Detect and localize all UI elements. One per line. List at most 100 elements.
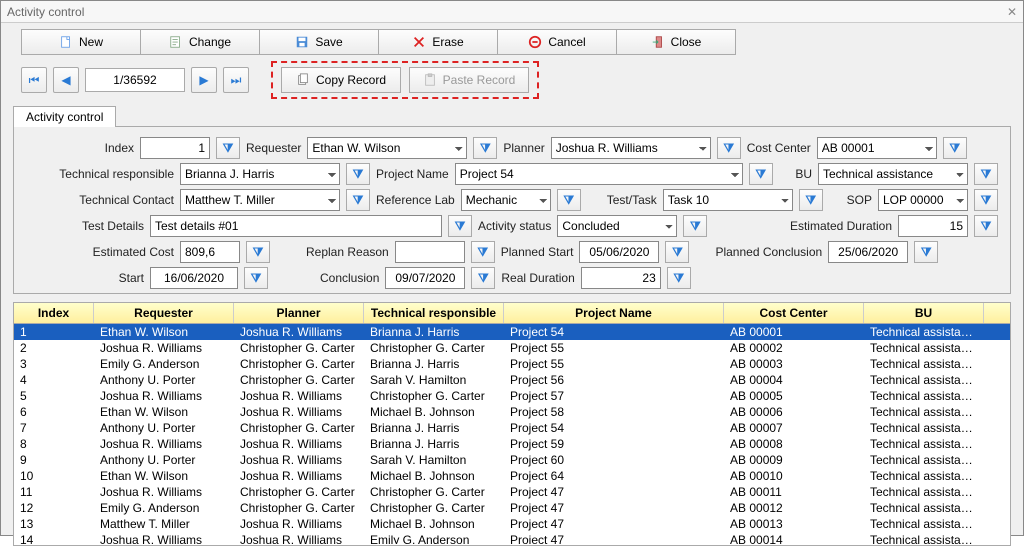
table-cell: 13 — [14, 516, 94, 532]
plstart-input[interactable] — [579, 241, 659, 263]
techcontact-select[interactable]: Matthew T. Miller — [180, 189, 340, 211]
table-row[interactable]: 5Joshua R. WilliamsJoshua R. WilliamsChr… — [14, 388, 1010, 404]
table-row[interactable]: 10Ethan W. WilsonJoshua R. WilliamsMicha… — [14, 468, 1010, 484]
table-row[interactable]: 14Joshua R. WilliamsJoshua R. WilliamsEm… — [14, 532, 1010, 544]
estdur-filter-button[interactable]: ⧩ — [974, 215, 998, 237]
table-row[interactable]: 4Anthony U. PorterChristopher G. CarterS… — [14, 372, 1010, 388]
table-row[interactable]: 2Joshua R. WilliamsChristopher G. Carter… — [14, 340, 1010, 356]
col-techresp[interactable]: Technical responsible — [364, 303, 504, 323]
change-button[interactable]: Change — [140, 29, 260, 55]
col-index[interactable]: Index — [14, 303, 94, 323]
planner-select[interactable]: Joshua R. Williams — [551, 137, 711, 159]
costcenter-select[interactable]: AB 00001 — [817, 137, 937, 159]
table-cell: Brianna J. Harris — [364, 436, 504, 452]
copy-record-button[interactable]: Copy Record — [281, 67, 401, 93]
col-bu[interactable]: BU — [864, 303, 984, 323]
conclusion-input[interactable] — [385, 267, 465, 289]
table-row[interactable]: 9Anthony U. PorterJoshua R. WilliamsSara… — [14, 452, 1010, 468]
plconc-filter-button[interactable]: ⧩ — [914, 241, 938, 263]
testtask-filter-button[interactable]: ⧩ — [799, 189, 823, 211]
table-cell: Technical assistance — [864, 404, 984, 420]
table-row[interactable]: 13Matthew T. MillerJoshua R. WilliamsMic… — [14, 516, 1010, 532]
costcenter-filter-button[interactable]: ⧩ — [943, 137, 967, 159]
table-cell: Joshua R. Williams — [94, 532, 234, 544]
actstatus-filter-button[interactable]: ⧩ — [683, 215, 707, 237]
close-button[interactable]: Close — [616, 29, 736, 55]
replan-filter-button[interactable]: ⧩ — [471, 241, 495, 263]
table-row[interactable]: 7Anthony U. PorterChristopher G. CarterB… — [14, 420, 1010, 436]
techresp-filter-button[interactable]: ⧩ — [346, 163, 370, 185]
nav-first-button[interactable]: ⏮ — [21, 67, 47, 93]
col-requester[interactable]: Requester — [94, 303, 234, 323]
techcontact-label: Technical Contact — [26, 193, 174, 207]
testdetails-input[interactable] — [150, 215, 442, 237]
reflab-filter-button[interactable]: ⧩ — [557, 189, 581, 211]
col-planner[interactable]: Planner — [234, 303, 364, 323]
projname-filter-button[interactable]: ⧩ — [749, 163, 773, 185]
nav-last-button[interactable]: ⏭ — [223, 67, 249, 93]
realdur-filter-button[interactable]: ⧩ — [667, 267, 691, 289]
sop-select[interactable]: LOP 00000 — [878, 189, 968, 211]
table-cell: AB 00007 — [724, 420, 864, 436]
realdur-input[interactable] — [581, 267, 661, 289]
start-input[interactable] — [150, 267, 238, 289]
col-projname[interactable]: Project Name — [504, 303, 724, 323]
last-icon: ⏭ — [231, 73, 242, 88]
requester-select[interactable]: Ethan W. Wilson — [307, 137, 467, 159]
new-label: New — [79, 35, 103, 49]
bu-filter-button[interactable]: ⧩ — [974, 163, 998, 185]
bu-select[interactable]: Technical assistance — [818, 163, 968, 185]
planner-filter-button[interactable]: ⧩ — [717, 137, 741, 159]
techresp-select[interactable]: Brianna J. Harris — [180, 163, 340, 185]
nav-next-button[interactable]: ▶ — [191, 67, 217, 93]
techcontact-filter-button[interactable]: ⧩ — [346, 189, 370, 211]
table-cell: AB 00004 — [724, 372, 864, 388]
table-cell: Joshua R. Williams — [94, 388, 234, 404]
index-filter-button[interactable]: ⧩ — [216, 137, 240, 159]
grid-body[interactable]: 1Ethan W. WilsonJoshua R. WilliamsBriann… — [14, 324, 1010, 544]
sop-filter-button[interactable]: ⧩ — [974, 189, 998, 211]
table-cell: 8 — [14, 436, 94, 452]
table-cell: Technical assistance — [864, 500, 984, 516]
table-row[interactable]: 11Joshua R. WilliamsChristopher G. Carte… — [14, 484, 1010, 500]
close-icon[interactable]: ✕ — [1007, 1, 1017, 22]
testtask-select[interactable]: Task 10 — [663, 189, 793, 211]
conclusion-filter-button[interactable]: ⧩ — [471, 267, 495, 289]
new-button[interactable]: New — [21, 29, 141, 55]
erase-button[interactable]: Erase — [378, 29, 498, 55]
table-cell: AB 00002 — [724, 340, 864, 356]
requester-filter-button[interactable]: ⧩ — [473, 137, 497, 159]
sop-label: SOP — [847, 193, 872, 207]
funnel-icon: ⧩ — [981, 219, 992, 234]
table-row[interactable]: 8Joshua R. WilliamsJoshua R. WilliamsBri… — [14, 436, 1010, 452]
plstart-filter-button[interactable]: ⧩ — [665, 241, 689, 263]
col-costcenter[interactable]: Cost Center — [724, 303, 864, 323]
replan-label: Replan Reason — [306, 245, 389, 259]
testdetails-filter-button[interactable]: ⧩ — [448, 215, 472, 237]
activity-grid: Index Requester Planner Technical respon… — [13, 302, 1011, 546]
projname-select[interactable]: Project 54 — [455, 163, 743, 185]
funnel-icon: ⧩ — [353, 167, 364, 182]
funnel-icon: ⧩ — [921, 245, 932, 260]
estcost-input[interactable] — [180, 241, 240, 263]
actstatus-select[interactable]: Concluded — [557, 215, 677, 237]
replan-input[interactable] — [395, 241, 465, 263]
save-button[interactable]: Save — [259, 29, 379, 55]
save-icon — [295, 35, 309, 49]
estdur-input[interactable] — [898, 215, 968, 237]
plconc-input[interactable] — [828, 241, 908, 263]
paste-record-button[interactable]: Paste Record — [409, 67, 529, 93]
cancel-button[interactable]: Cancel — [497, 29, 617, 55]
start-filter-button[interactable]: ⧩ — [244, 267, 268, 289]
reflab-select[interactable]: Mechanic — [461, 189, 551, 211]
index-input[interactable] — [140, 137, 210, 159]
table-row[interactable]: 1Ethan W. WilsonJoshua R. WilliamsBriann… — [14, 324, 1010, 340]
app-window: Activity control ✕ New Change Save Erase… — [0, 0, 1024, 536]
nav-prev-button[interactable]: ◀ — [53, 67, 79, 93]
table-row[interactable]: 3Emily G. AndersonChristopher G. CarterB… — [14, 356, 1010, 372]
tab-activity-control[interactable]: Activity control — [13, 106, 116, 127]
table-row[interactable]: 6Ethan W. WilsonJoshua R. WilliamsMichae… — [14, 404, 1010, 420]
estcost-filter-button[interactable]: ⧩ — [246, 241, 270, 263]
table-row[interactable]: 12Emily G. AndersonChristopher G. Carter… — [14, 500, 1010, 516]
paste-record-label: Paste Record — [443, 73, 516, 87]
